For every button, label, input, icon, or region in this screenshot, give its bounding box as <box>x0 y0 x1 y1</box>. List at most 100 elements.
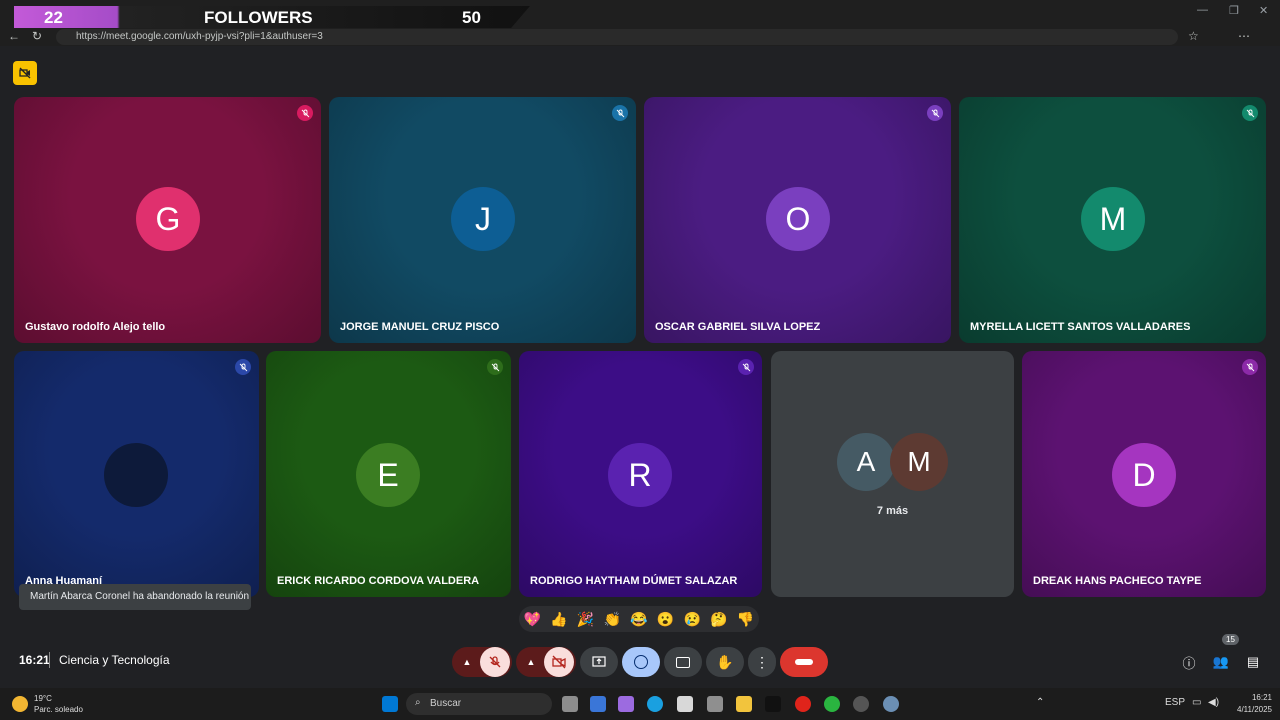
network-icon[interactable]: ▭ <box>1192 697 1201 708</box>
muted-mic-icon <box>927 105 943 121</box>
task-view-icon[interactable] <box>562 696 578 712</box>
meet-stage: G Gustavo rodolfo Alejo tello J JORGE MANUE… <box>0 48 1280 686</box>
participant-tile[interactable]: D DREAK HANS PACHECO TAYPE <box>1022 351 1266 597</box>
more-participants-label: 7 más <box>876 505 909 517</box>
camera-off-icon[interactable] <box>13 61 37 85</box>
taskbar-search[interactable]: ⌕ Buscar <box>406 693 552 715</box>
more-vert-icon: ⋮ <box>755 653 769 670</box>
camera-options-icon[interactable]: ▲ <box>518 657 544 667</box>
reaction-emoji[interactable]: 👎 <box>733 611 759 628</box>
muted-mic-icon <box>297 105 313 121</box>
emoji-icon <box>634 655 648 669</box>
back-icon[interactable]: ← <box>8 29 20 43</box>
participant-tile[interactable]: M MYRELLA LICETT SANTOS VALLADARES <box>959 97 1266 343</box>
people-icon: 👥 <box>1212 654 1230 669</box>
minimize-icon[interactable]: — <box>1197 4 1208 16</box>
mic-off-icon[interactable] <box>480 647 510 677</box>
reload-icon[interactable]: ↻ <box>32 29 42 43</box>
mic-options-icon[interactable]: ▲ <box>454 657 480 667</box>
windows-start-icon[interactable] <box>382 696 398 712</box>
hangup-icon <box>795 659 813 665</box>
url-field[interactable]: https://meet.google.com/uxh-pyjp-vsi?pli… <box>56 29 1178 45</box>
weather-temp: 19°C <box>34 694 52 703</box>
chat-icon[interactable]: ▤ <box>1242 647 1264 677</box>
app-icon-3[interactable] <box>853 696 869 712</box>
volume-icon[interactable]: ◀) <box>1208 697 1219 708</box>
settings-icon[interactable] <box>883 696 899 712</box>
present-screen-button[interactable] <box>580 647 618 677</box>
windows-taskbar: 19°C Parc. soleado ⌕ Buscar ⌃ ESP ▭ ◀) 1… <box>0 688 1280 720</box>
followers-label: FOLLOWERS <box>204 8 313 27</box>
participant-tile[interactable]: E ERICK RICARDO CORDOVA VALDERA <box>266 351 511 597</box>
present-icon <box>592 656 606 667</box>
participant-avatar: J <box>451 187 515 251</box>
captions-button[interactable] <box>664 647 702 677</box>
lang-indicator[interactable]: ESP <box>1165 697 1185 708</box>
people-button[interactable]: 👥 <box>1210 647 1232 677</box>
participant-tile[interactable]: J JORGE MANUEL CRUZ PISCO <box>329 97 636 343</box>
raise-hand-button[interactable]: ✋ <box>706 647 744 677</box>
tray-overflow-icon[interactable]: ⌃ <box>1036 697 1044 708</box>
camera-off-icon[interactable] <box>544 647 574 677</box>
app-icon-2[interactable] <box>707 696 723 712</box>
participant-name: RODRIGO HAYTHAM DÚMET SALAZAR <box>530 575 738 587</box>
reaction-emoji[interactable]: 👏 <box>599 611 625 628</box>
tiktok-icon[interactable] <box>765 696 781 712</box>
participant-name: Gustavo rodolfo Alejo tello <box>25 321 166 333</box>
camera-control: ▲ <box>516 647 576 677</box>
search-label: Buscar <box>430 698 462 709</box>
opera-icon[interactable] <box>795 696 811 712</box>
weather-icon[interactable] <box>12 696 28 712</box>
more-avatar-a: A <box>837 433 895 491</box>
info-icon[interactable]: ⓘ <box>1178 647 1200 677</box>
clock-date[interactable]: 4/11/2025 <box>1228 705 1272 714</box>
reaction-emoji[interactable]: 😮 <box>653 611 679 628</box>
reaction-emoji[interactable]: 😂 <box>626 611 652 628</box>
participant-tile[interactable]: R RODRIGO HAYTHAM DÚMET SALAZAR <box>519 351 762 597</box>
participant-avatar: M <box>1081 187 1145 251</box>
more-icon[interactable]: ⋯ <box>1238 29 1250 43</box>
participant-avatar: R <box>608 443 672 507</box>
participant-avatar: G <box>136 187 200 251</box>
muted-mic-icon <box>738 359 754 375</box>
muted-mic-icon <box>235 359 251 375</box>
meeting-time: 16:21 <box>19 653 50 667</box>
url-text: https://meet.google.com/uxh-pyjp-vsi?pli… <box>76 31 323 42</box>
whatsapp-icon[interactable] <box>824 696 840 712</box>
participant-name: JORGE MANUEL CRUZ PISCO <box>340 321 500 333</box>
favorites-icon[interactable]: ☆ <box>1188 29 1199 43</box>
clock-time[interactable]: 16:21 <box>1232 693 1272 702</box>
muted-mic-icon <box>1242 359 1258 375</box>
maximize-icon[interactable]: ❐ <box>1229 4 1239 17</box>
reaction-emoji[interactable]: 😢 <box>679 611 705 628</box>
muted-mic-icon <box>487 359 503 375</box>
participant-tile[interactable]: O OSCAR GABRIEL SILVA LOPEZ <box>644 97 951 343</box>
people-count-badge: 15 <box>1222 634 1239 645</box>
reaction-emoji[interactable]: 🎉 <box>573 611 599 628</box>
participant-tile[interactable]: G Gustavo rodolfo Alejo tello <box>14 97 321 343</box>
reactions-bar: 💖 👍 🎉 👏 😂 😮 😢 🤔 👎 <box>519 606 759 632</box>
leave-call-button[interactable] <box>780 647 828 677</box>
muted-mic-icon <box>612 105 628 121</box>
search-icon: ⌕ <box>415 697 421 708</box>
file-explorer-icon[interactable] <box>736 696 752 712</box>
mic-control: ▲ <box>452 647 512 677</box>
followers-overlay: 22 FOLLOWERS 50 <box>14 6 530 30</box>
reactions-button[interactable] <box>622 647 660 677</box>
store-icon[interactable] <box>590 696 606 712</box>
more-options-button[interactable]: ⋮ <box>748 647 776 677</box>
close-icon[interactable]: ✕ <box>1259 4 1268 17</box>
address-bar: ← ↻ https://meet.google.com/uxh-pyjp-vsi… <box>0 28 1280 46</box>
hand-icon: ✋ <box>716 653 734 670</box>
copilot-icon[interactable] <box>618 696 634 712</box>
edge-icon[interactable] <box>647 696 663 712</box>
more-participants-tile[interactable]: A M 7 más <box>771 351 1014 597</box>
app-icon[interactable] <box>677 696 693 712</box>
participant-name: DREAK HANS PACHECO TAYPE <box>1033 575 1202 587</box>
reaction-emoji[interactable]: 💖 <box>519 611 545 628</box>
reaction-emoji[interactable]: 🤔 <box>706 611 732 628</box>
participant-name: ERICK RICARDO CORDOVA VALDERA <box>277 575 480 587</box>
participant-tile[interactable]: Anna Huamaní <box>14 351 259 597</box>
participant-name: MYRELLA LICETT SANTOS VALLADARES <box>970 321 1191 333</box>
reaction-emoji[interactable]: 👍 <box>546 611 572 628</box>
